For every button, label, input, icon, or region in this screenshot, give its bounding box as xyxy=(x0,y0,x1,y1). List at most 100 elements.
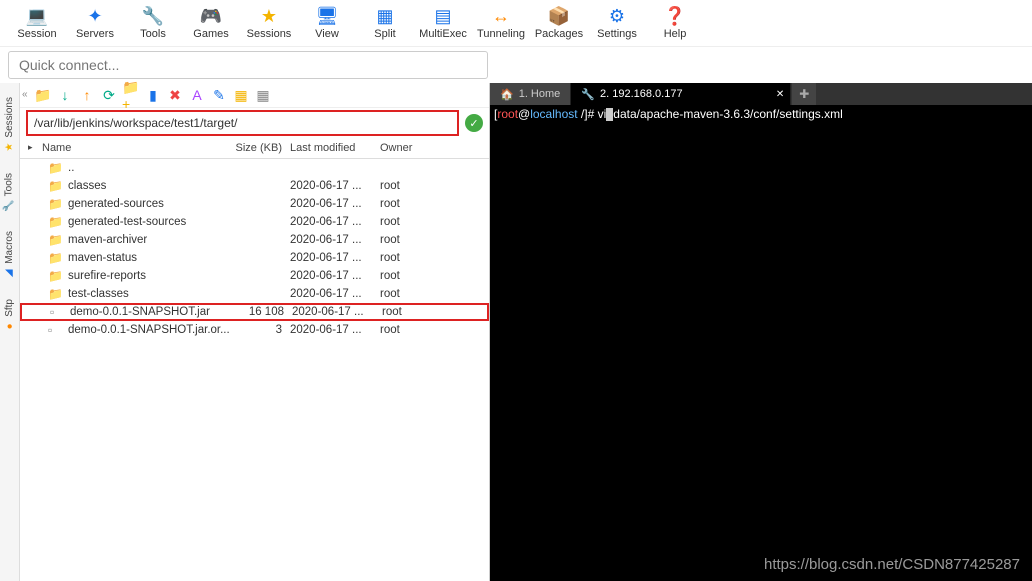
file-toolbar: 📁↓↑⟳📁+▮✖A✎▦▦ xyxy=(20,83,489,108)
file-name: maven-status xyxy=(68,252,230,264)
folder-icon: 📁 xyxy=(48,233,64,247)
toolbar-help[interactable]: ❓Help xyxy=(646,2,704,44)
file-modified: 2020-06-17 ... xyxy=(290,252,380,264)
toolbar-label: Sessions xyxy=(247,28,292,40)
folder-row[interactable]: 📁generated-test-sources2020-06-17 ...roo… xyxy=(20,213,489,231)
file-row[interactable]: ▫demo-0.0.1-SNAPSHOT.jar.or...32020-06-1… xyxy=(20,321,489,339)
session-icon: 💻 xyxy=(27,6,47,26)
download-icon[interactable]: ↓ xyxy=(56,86,74,104)
path-row: /var/lib/jenkins/workspace/test1/target/… xyxy=(20,108,489,138)
view-icon: 🖥 xyxy=(317,6,337,26)
item-icon[interactable]: ▮ xyxy=(144,86,162,104)
up-icon: 📁 xyxy=(48,161,64,175)
sidebar-tab-sessions[interactable]: ★Sessions xyxy=(2,87,17,163)
text-icon[interactable]: A xyxy=(188,86,206,104)
toolbar-tunneling[interactable]: ↔Tunneling xyxy=(472,2,530,44)
file-modified: 2020-06-17 ... xyxy=(292,306,382,318)
terminal-body[interactable]: [root@localhost /]# vidata/apache-maven-… xyxy=(490,105,1032,581)
file-row[interactable]: ▫demo-0.0.1-SNAPSHOT.jar16 1082020-06-17… xyxy=(20,303,489,321)
sidebar-tab-tools[interactable]: 🔧Tools xyxy=(1,163,17,221)
folder-row[interactable]: 📁surefire-reports2020-06-17 ...root xyxy=(20,267,489,285)
file-list: 📁..📁classes2020-06-17 ...root📁generated-… xyxy=(20,159,489,581)
file-name: maven-archiver xyxy=(68,234,230,246)
file-name: demo-0.0.1-SNAPSHOT.jar xyxy=(70,306,232,318)
file-owner: root xyxy=(382,306,442,318)
folder-row[interactable]: 📁classes2020-06-17 ...root xyxy=(20,177,489,195)
terminal-tab[interactable]: 🔧 2. 192.168.0.177 ✕ xyxy=(571,83,791,105)
folder-icon: 📁 xyxy=(48,215,64,229)
macros-icon: ◢ xyxy=(4,269,15,277)
toolbar-label: Settings xyxy=(597,28,637,40)
folder-icon: 📁 xyxy=(48,269,64,283)
list-icon[interactable]: ▦ xyxy=(254,86,272,104)
toolbar-tools[interactable]: 🔧Tools xyxy=(124,2,182,44)
toolbar-label: Servers xyxy=(76,28,114,40)
column-modified[interactable]: Last modified xyxy=(290,142,380,154)
file-size: 3 xyxy=(230,324,290,336)
toolbar-sessions[interactable]: ★Sessions xyxy=(240,2,298,44)
file-name: generated-sources xyxy=(68,198,230,210)
toolbar-servers[interactable]: ✦Servers xyxy=(66,2,124,44)
toolbar-multiexec[interactable]: ▤MultiExec xyxy=(414,2,472,44)
file-name: surefire-reports xyxy=(68,270,230,282)
parent-dir-row[interactable]: 📁.. xyxy=(20,159,489,177)
toolbar-label: Games xyxy=(193,28,228,40)
folder-icon[interactable]: 📁 xyxy=(34,86,52,104)
delete-icon[interactable]: ✖ xyxy=(166,86,184,104)
path-input[interactable]: /var/lib/jenkins/workspace/test1/target/ xyxy=(26,110,459,136)
close-icon[interactable]: ✕ xyxy=(776,89,784,100)
folder-icon: 📁 xyxy=(48,179,64,193)
tab-label: 1. Home xyxy=(519,88,561,100)
file-modified: 2020-06-17 ... xyxy=(290,324,380,336)
tab-label: 2. 192.168.0.177 xyxy=(600,88,683,100)
tools-icon: 🔧 xyxy=(143,6,163,26)
toolbar-games[interactable]: 🎮Games xyxy=(182,2,240,44)
quick-connect-row xyxy=(0,47,1032,83)
file-size: 16 108 xyxy=(232,306,292,318)
path-confirm-icon[interactable]: ✓ xyxy=(465,114,483,132)
column-size[interactable]: Size (KB) xyxy=(230,142,290,154)
column-owner[interactable]: Owner xyxy=(380,142,440,154)
toolbar-settings[interactable]: ⚙ Settings xyxy=(588,2,646,44)
toolbar-packages[interactable]: 📦Packages xyxy=(530,2,588,44)
grid-icon[interactable]: ▦ xyxy=(232,86,250,104)
collapse-panel-icon[interactable]: « xyxy=(20,87,30,102)
sidebar-tab-sftp[interactable]: ●Sftp xyxy=(2,289,17,342)
toolbar-label: Split xyxy=(374,28,395,40)
file-owner: root xyxy=(380,198,440,210)
add-tab-button[interactable]: ✚ xyxy=(792,83,816,105)
tab-icon: 🔧 xyxy=(581,88,595,101)
terminal-panel: 🏠 1. Home 🔧 2. 192.168.0.177 ✕ ✚ [root@localh… xyxy=(490,83,1032,581)
toolbar-view[interactable]: 🖥View xyxy=(298,2,356,44)
upload-icon[interactable]: ↑ xyxy=(78,86,96,104)
sessions-icon: ★ xyxy=(4,143,15,152)
tunneling-icon: ↔ xyxy=(491,6,511,26)
watermark: https://blog.csdn.net/CSDN877425287 xyxy=(764,556,1020,573)
folder-row[interactable]: 📁maven-status2020-06-17 ...root xyxy=(20,249,489,267)
file-modified: 2020-06-17 ... xyxy=(290,216,380,228)
packages-icon: 📦 xyxy=(549,6,569,26)
settings-icon: ⚙ xyxy=(607,6,627,26)
file-modified: 2020-06-17 ... xyxy=(290,234,380,246)
edit-icon[interactable]: ✎ xyxy=(210,86,228,104)
refresh-icon[interactable]: ⟳ xyxy=(100,86,118,104)
sftp-icon: ● xyxy=(4,323,15,329)
terminal-tab[interactable]: 🏠 1. Home xyxy=(490,83,571,105)
folder-row[interactable]: 📁 maven-archiver 2020-06-17 ...root xyxy=(20,231,489,249)
quick-connect-input[interactable] xyxy=(8,51,488,79)
folder-row[interactable]: 📁test-classes2020-06-17 ...root xyxy=(20,285,489,303)
tab-icon: 🏠 xyxy=(500,88,514,101)
sidebar-tab-macros[interactable]: ◢Macros xyxy=(2,221,17,289)
terminal-tabs: 🏠 1. Home 🔧 2. 192.168.0.177 ✕ ✚ xyxy=(490,83,1032,105)
new-folder-icon[interactable]: 📁+ xyxy=(122,86,140,104)
file-owner: root xyxy=(380,234,440,246)
toolbar-session[interactable]: 💻 Session xyxy=(8,2,66,44)
tools-icon: 🔧 xyxy=(4,199,15,211)
split-icon: ▦ xyxy=(375,6,395,26)
toolbar-label: Session xyxy=(17,28,56,40)
file-modified: 2020-06-17 ... xyxy=(290,288,380,300)
file-modified: 2020-06-17 ... xyxy=(290,180,380,192)
folder-row[interactable]: 📁generated-sources2020-06-17 ...root xyxy=(20,195,489,213)
toolbar-split[interactable]: ▦ Split xyxy=(356,2,414,44)
column-name[interactable]: Name xyxy=(20,142,230,154)
